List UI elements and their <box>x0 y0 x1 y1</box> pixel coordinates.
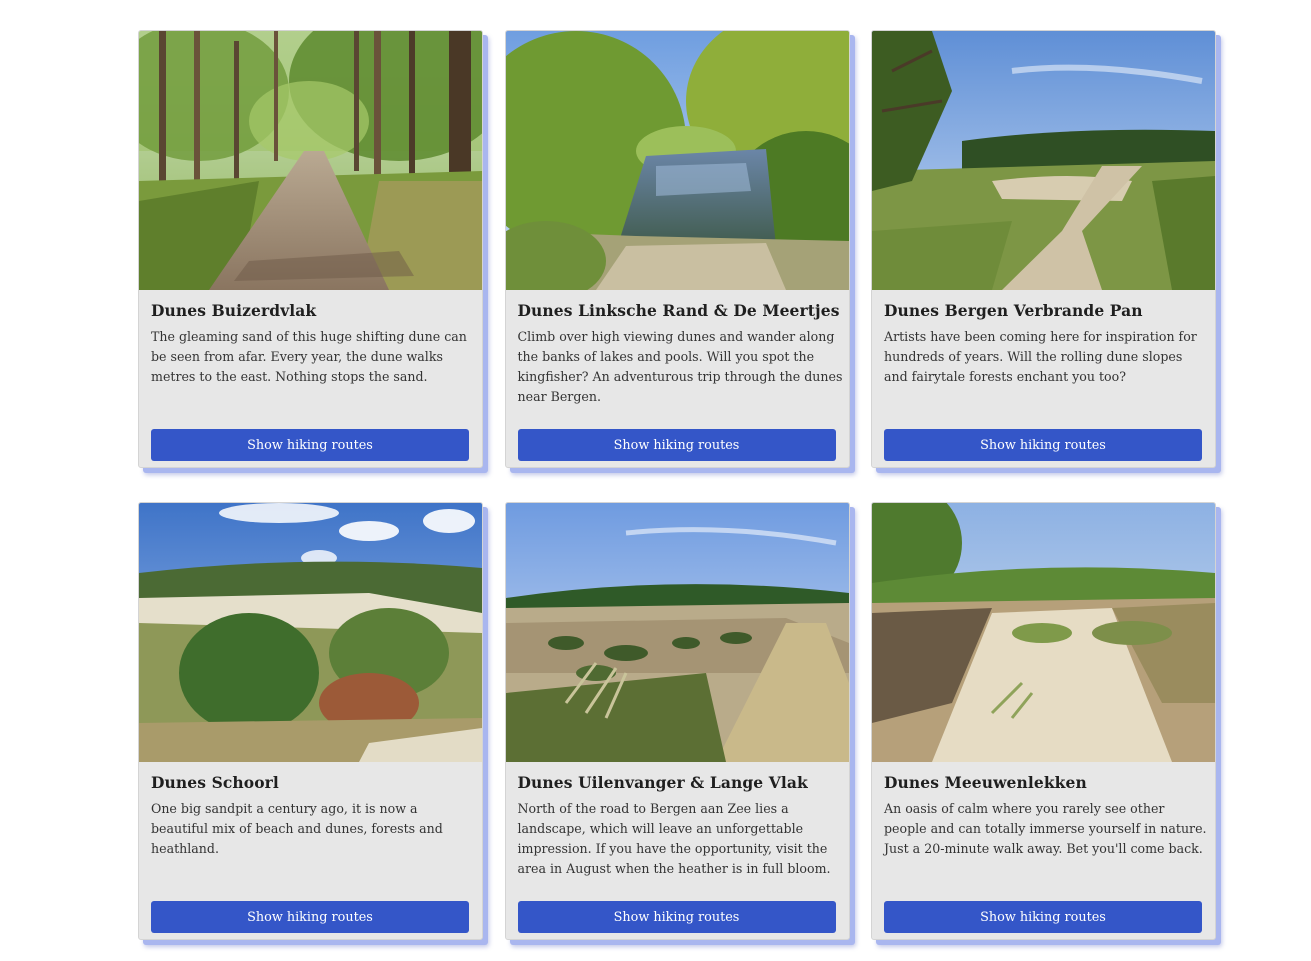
area-title: Dunes Buizerdvlak <box>151 301 317 320</box>
show-hiking-routes-button[interactable]: Show hiking routes <box>884 901 1202 933</box>
area-card: Dunes Bergen Verbrande Pan Artists have … <box>871 30 1216 468</box>
area-photo <box>505 503 849 762</box>
area-description: One big sandpit a century ago, it is now… <box>151 801 443 856</box>
area-description: Artists have been coming here for inspir… <box>884 329 1197 384</box>
area-card: Dunes Linksche Rand & De Meertjes Climb … <box>504 30 850 468</box>
show-hiking-routes-button[interactable]: Show hiking routes <box>517 901 836 933</box>
area-title: Dunes Uilenvanger & Lange Vlak <box>517 773 808 792</box>
area-description: The gleaming sand of this huge shifting … <box>151 329 467 384</box>
area-title: Dunes Linksche Rand & De Meertjes <box>517 301 840 320</box>
show-hiking-routes-button[interactable]: Show hiking routes <box>151 429 469 461</box>
area-photo <box>139 503 482 762</box>
area-description: North of the road to Bergen aan Zee lies… <box>517 801 831 876</box>
area-photo <box>872 31 1215 290</box>
area-description: An oasis of calm where you rarely see ot… <box>884 801 1207 856</box>
show-hiking-routes-button[interactable]: Show hiking routes <box>151 901 469 933</box>
dune-areas-grid: Dunes Buizerdvlak The gleaming sand of t… <box>138 30 1216 940</box>
area-photo <box>505 31 849 290</box>
area-photo <box>139 31 482 290</box>
area-title: Dunes Bergen Verbrande Pan <box>884 301 1143 320</box>
area-title: Dunes Meeuwenlekken <box>884 773 1087 792</box>
area-card: Dunes Uilenvanger & Lange Vlak North of … <box>504 502 850 940</box>
area-title: Dunes Schoorl <box>151 773 279 792</box>
area-card: Dunes Buizerdvlak The gleaming sand of t… <box>138 30 483 468</box>
area-card: Dunes Schoorl One big sandpit a century … <box>138 502 483 940</box>
area-card: Dunes Meeuwenlekken An oasis of calm whe… <box>871 502 1216 940</box>
area-photo <box>872 503 1215 762</box>
show-hiking-routes-button[interactable]: Show hiking routes <box>517 429 836 461</box>
show-hiking-routes-button[interactable]: Show hiking routes <box>884 429 1202 461</box>
area-description: Climb over high viewing dunes and wander… <box>517 329 843 404</box>
